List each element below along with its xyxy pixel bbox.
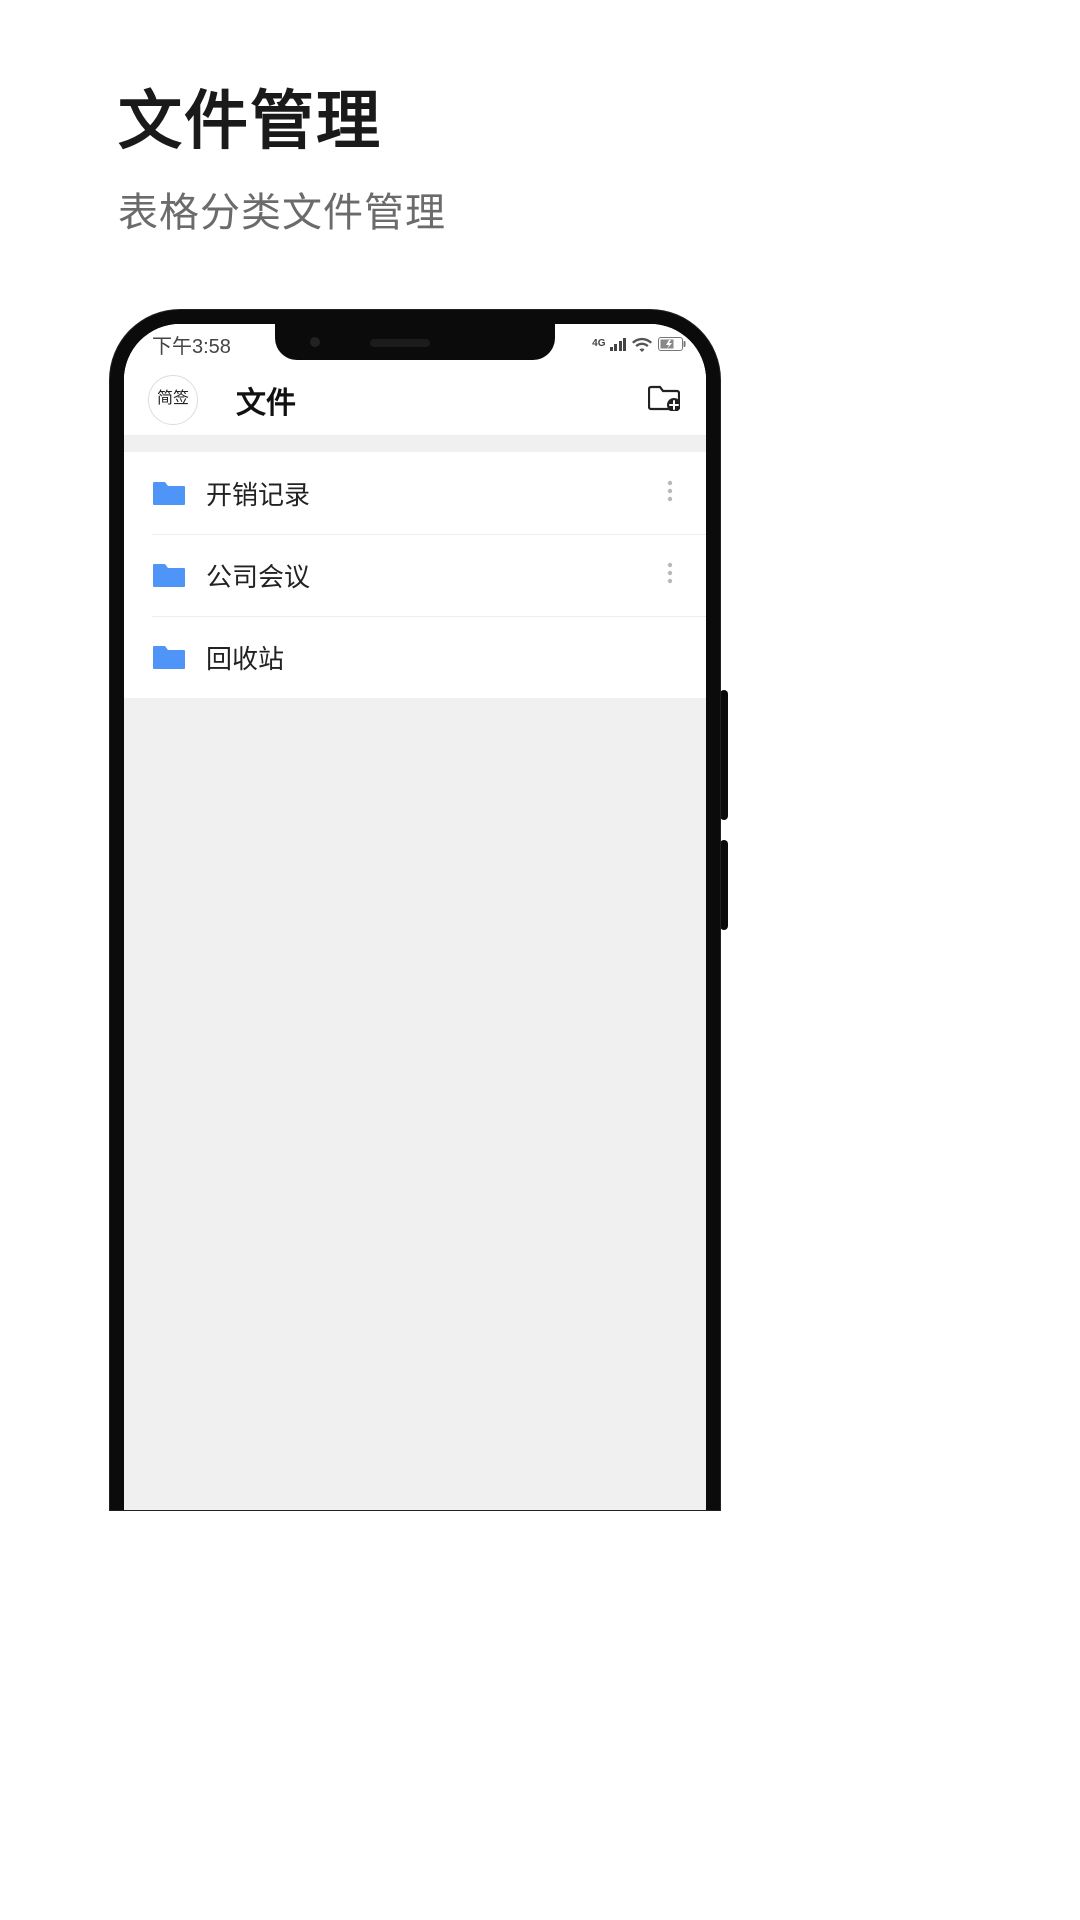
signal-icon bbox=[610, 337, 627, 351]
phone-mockup: 下午3:58 4G 简签 文件 bbox=[110, 310, 720, 1510]
app-badge-label: 简签 bbox=[157, 391, 189, 408]
more-vertical-icon bbox=[667, 480, 673, 507]
app-bar-title: 文件 bbox=[236, 378, 296, 422]
folder-label: 开销记录 bbox=[206, 475, 310, 512]
phone-notch bbox=[275, 324, 555, 360]
more-button[interactable] bbox=[654, 477, 686, 509]
page-subtitle: 表格分类文件管理 bbox=[118, 180, 1080, 238]
phone-side-button bbox=[720, 690, 728, 820]
folder-icon bbox=[152, 479, 186, 507]
battery-icon bbox=[658, 337, 686, 351]
folder-item[interactable]: 回收站 bbox=[124, 616, 706, 698]
folder-item[interactable]: 开销记录 bbox=[124, 452, 706, 534]
network-type-label: 4G bbox=[592, 339, 605, 349]
folder-item[interactable]: 公司会议 bbox=[124, 534, 706, 616]
more-vertical-icon bbox=[667, 562, 673, 589]
app-badge[interactable]: 简签 bbox=[148, 375, 198, 425]
add-folder-icon bbox=[648, 383, 680, 416]
folder-icon bbox=[152, 561, 186, 589]
add-folder-button[interactable] bbox=[646, 382, 682, 418]
more-button[interactable] bbox=[654, 559, 686, 591]
wifi-icon bbox=[632, 337, 652, 352]
folder-label: 公司会议 bbox=[206, 557, 310, 594]
app-bar: 简签 文件 bbox=[124, 364, 706, 436]
section-gap bbox=[124, 436, 706, 452]
phone-side-button bbox=[720, 840, 728, 930]
empty-area bbox=[124, 698, 706, 1510]
folder-label: 回收站 bbox=[206, 639, 284, 676]
folder-list: 开销记录 公司会议 bbox=[124, 452, 706, 698]
folder-icon bbox=[152, 643, 186, 671]
status-time: 下午3:58 bbox=[152, 330, 231, 359]
page-title: 文件管理 bbox=[118, 70, 1080, 162]
